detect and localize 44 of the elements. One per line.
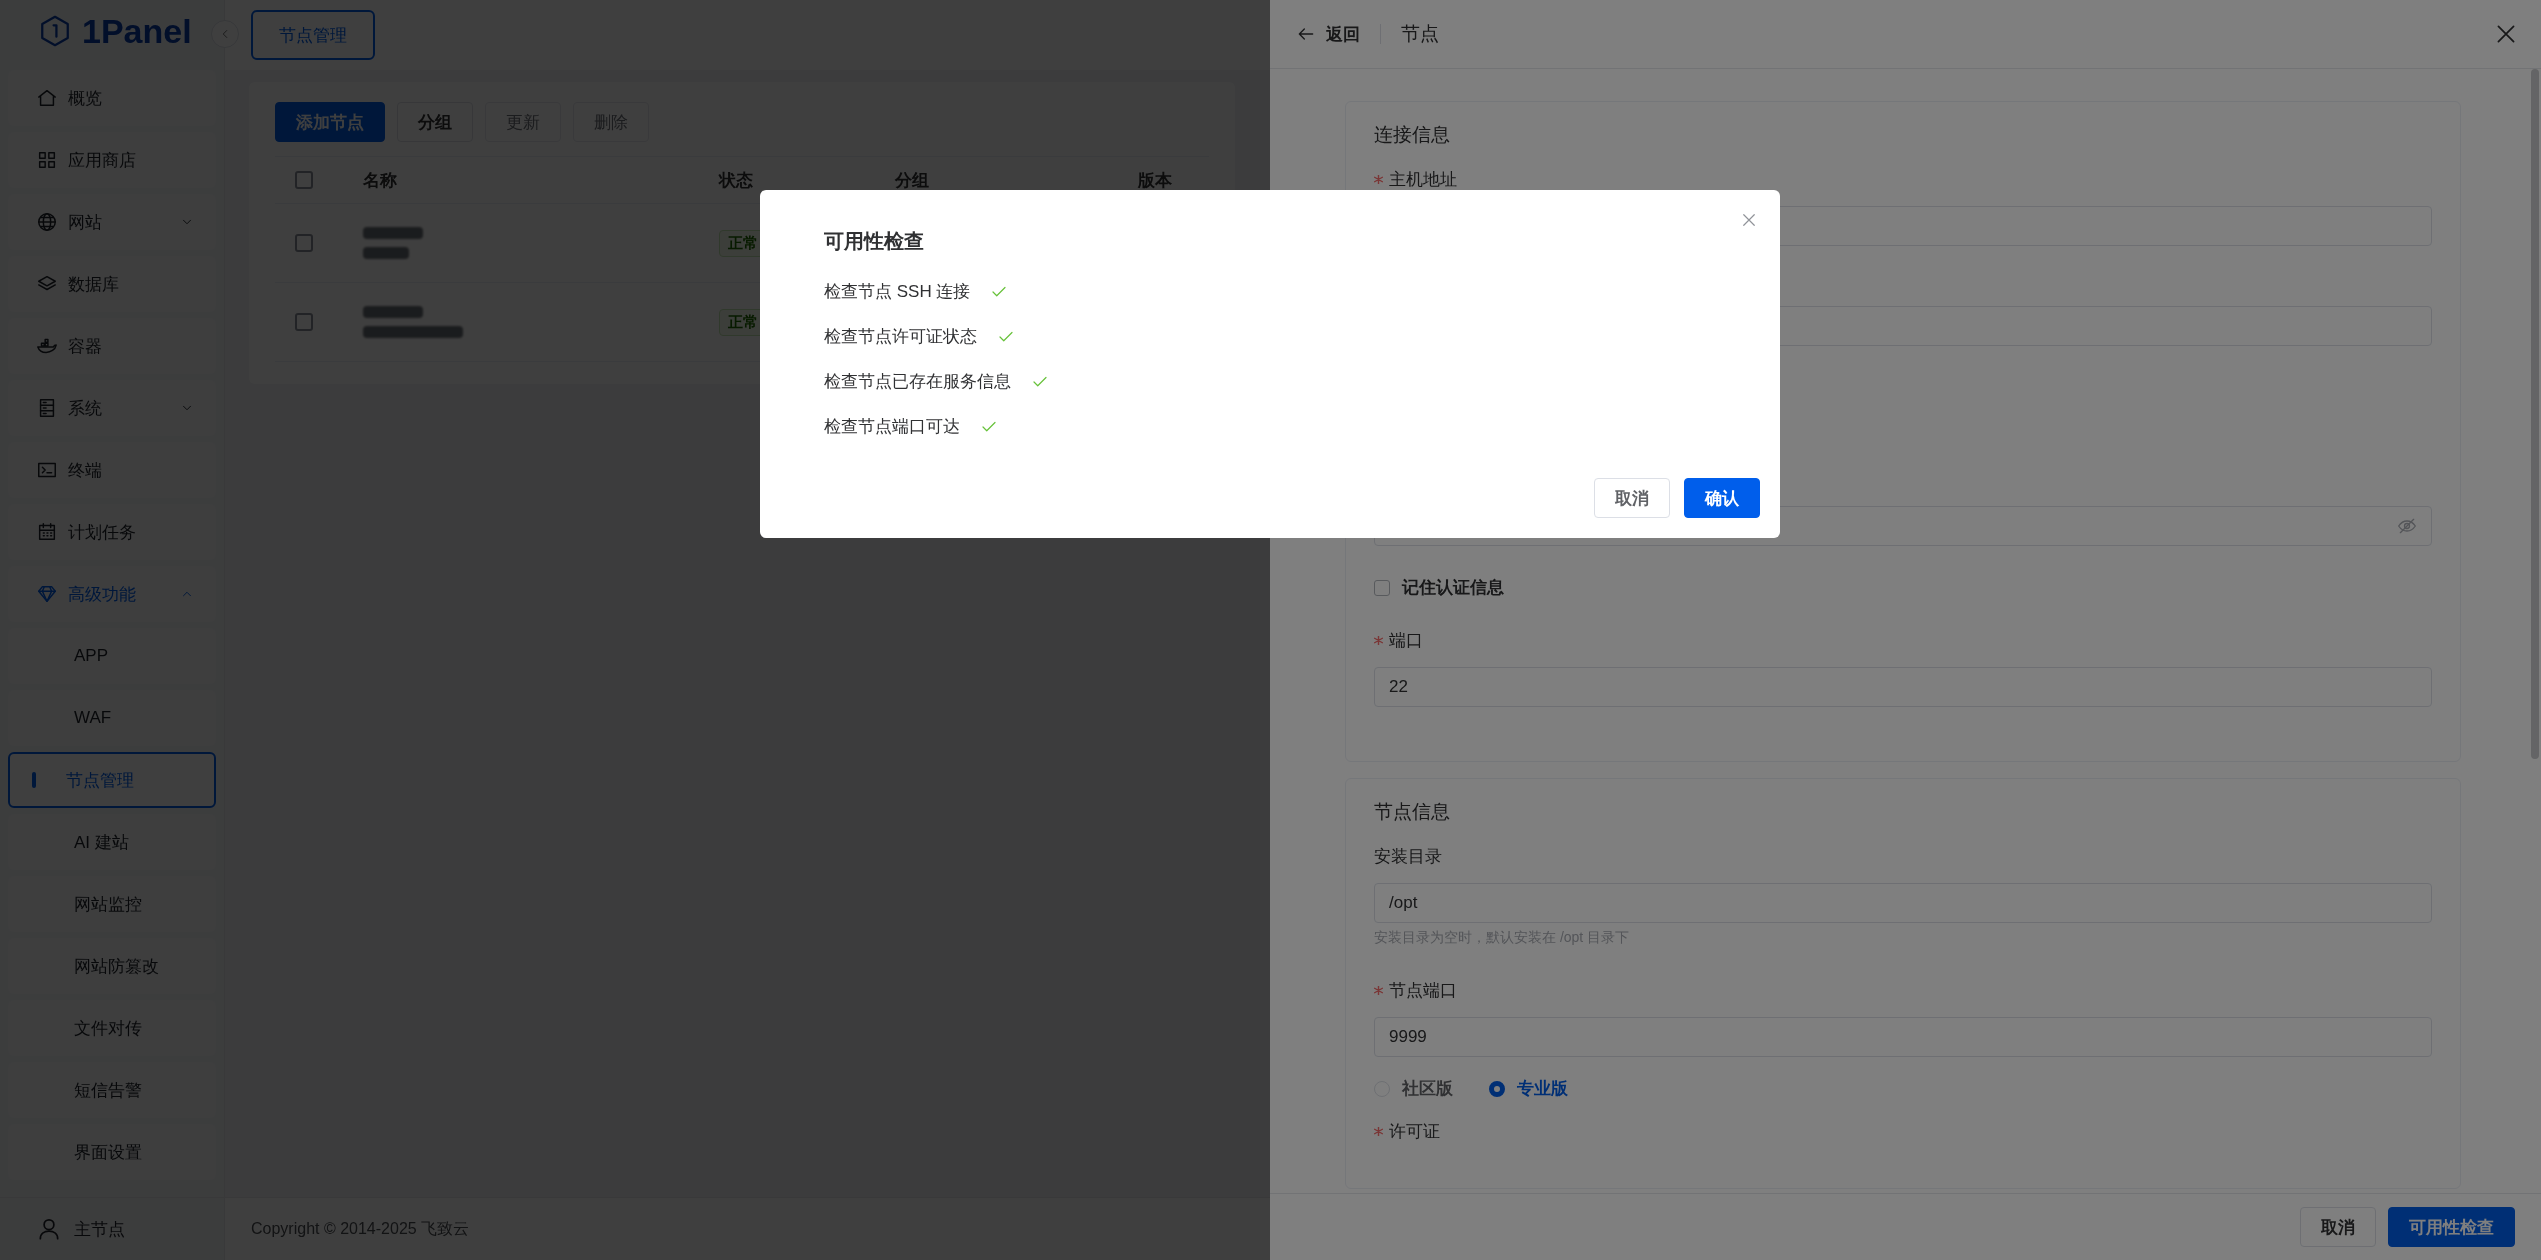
select-all-checkbox[interactable] (295, 171, 313, 189)
asterisk-icon (1374, 985, 1383, 995)
input-field[interactable]: 9999 (1374, 1017, 2432, 1057)
input-field[interactable]: /opt (1374, 883, 2432, 923)
home-icon (36, 87, 58, 109)
field-label: 主机地址 (1374, 166, 2432, 192)
check-label: 检查节点 SSH 连接 (824, 281, 971, 303)
check-label: 检查节点许可证状态 (824, 326, 977, 348)
footer-button[interactable]: 可用性检查 (2388, 1207, 2515, 1247)
page-tab[interactable]: 节点管理 (251, 10, 375, 60)
row-checkbox[interactable] (295, 313, 313, 331)
globe-icon (36, 211, 58, 233)
checkbox[interactable] (1374, 579, 1390, 596)
footer-button[interactable]: 取消 (2300, 1207, 2376, 1247)
checkbox-label: 记住认证信息 (1402, 577, 1504, 599)
scrollbar[interactable] (2531, 69, 2539, 759)
field-label: 安装目录 (1374, 845, 1443, 868)
eye-off-icon (2397, 516, 2417, 536)
hexagon-logo-icon (38, 14, 72, 48)
drawer-title: 节点 (1401, 22, 1440, 46)
radio-option[interactable]: 社区版 (1374, 1077, 1453, 1100)
field-label: 端口 (1374, 627, 2432, 653)
field-label: 节点端口 (1374, 977, 2432, 1003)
check-label: 检查节点已存在服务信息 (824, 371, 1011, 393)
grid-icon (36, 149, 58, 171)
diamond-icon (36, 583, 58, 605)
back-link[interactable]: 返回 (1296, 22, 1360, 46)
row-checkbox[interactable] (295, 234, 313, 252)
blurred-text (363, 227, 423, 259)
dialog-button[interactable]: 确认 (1684, 478, 1760, 518)
asterisk-icon (1374, 1126, 1383, 1136)
asterisk-icon (1374, 635, 1383, 645)
logo-text: 1Panel (82, 11, 192, 51)
radio-option[interactable]: 专业版 (1489, 1077, 1568, 1100)
dialog-title: 可用性检查 (824, 229, 925, 254)
check-label: 检查节点端口可达 (824, 416, 960, 438)
submenu-item[interactable]: 节点管理 (8, 752, 216, 808)
field-label: 许可证 (1374, 1118, 2432, 1144)
asterisk-icon (1374, 174, 1383, 184)
input-field[interactable]: 22 (1374, 667, 2432, 707)
section-title: 连接信息 (1374, 123, 1451, 147)
dialog-button[interactable]: 取消 (1594, 478, 1670, 518)
section-title: 节点信息 (1374, 800, 1451, 824)
calendar-icon (36, 521, 58, 543)
